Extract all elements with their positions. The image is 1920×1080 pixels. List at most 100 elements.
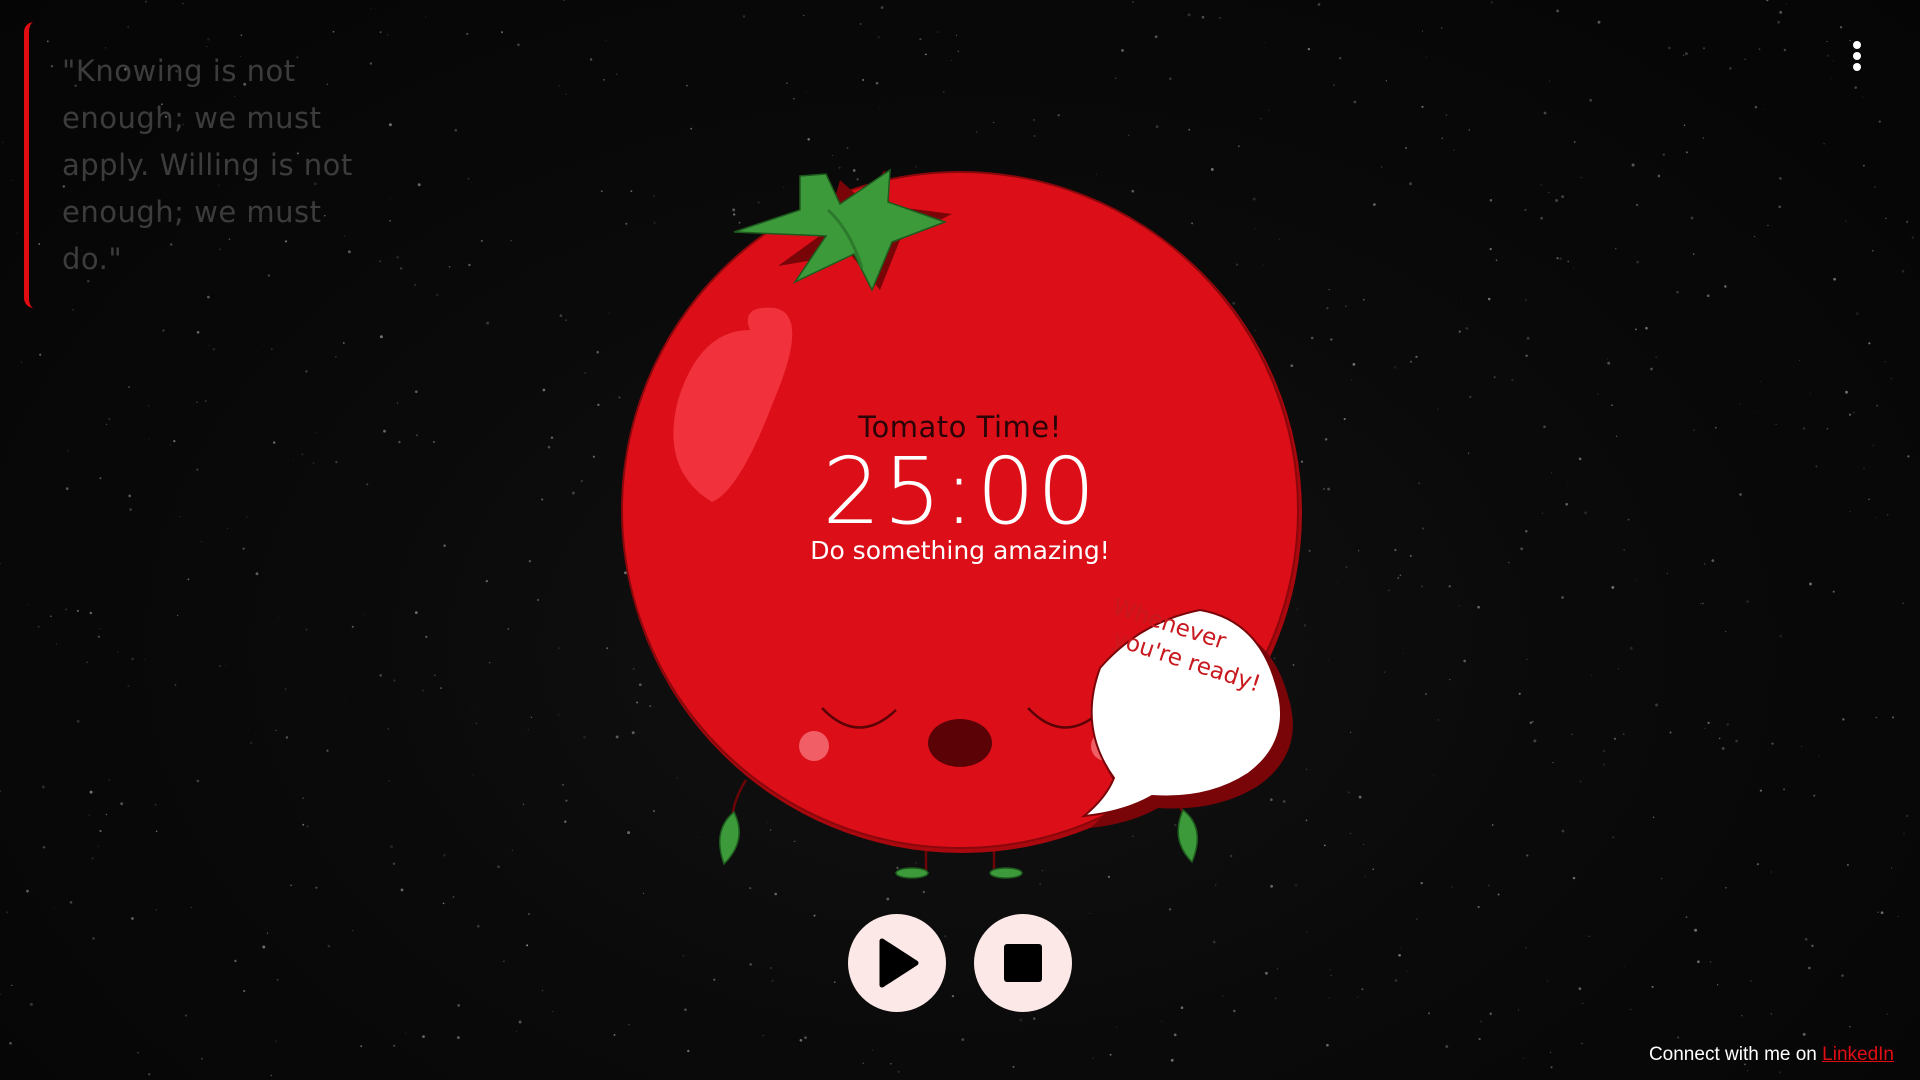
star (131, 657, 134, 661)
star (802, 14, 805, 17)
star (1092, 1057, 1094, 1059)
star (1804, 937, 1808, 941)
star (1655, 356, 1657, 358)
star (1526, 336, 1530, 340)
star (1373, 203, 1376, 206)
star (326, 749, 329, 752)
star (127, 685, 130, 688)
star (1694, 928, 1698, 932)
star (1826, 41, 1828, 43)
star (1460, 297, 1462, 298)
star (1529, 721, 1532, 724)
star (1683, 124, 1686, 126)
star (1716, 984, 1719, 986)
star (1497, 893, 1500, 896)
star (1876, 404, 1879, 407)
star (117, 651, 119, 653)
star (1868, 342, 1871, 345)
star (388, 780, 391, 782)
stop-button[interactable] (974, 914, 1072, 1012)
star (1155, 125, 1159, 128)
star (1684, 52, 1688, 56)
star (1552, 761, 1554, 764)
star (435, 293, 439, 297)
star (174, 684, 177, 686)
left-leaf-hand (719, 810, 740, 866)
star (1906, 220, 1909, 224)
star (584, 371, 587, 375)
star (1409, 182, 1413, 186)
star (1891, 716, 1895, 719)
star (833, 981, 836, 984)
star (196, 401, 198, 403)
star (390, 845, 393, 848)
star (1524, 208, 1527, 211)
star (49, 615, 52, 618)
star (1607, 361, 1611, 365)
star (1548, 191, 1550, 193)
play-button[interactable] (848, 914, 946, 1012)
star (1762, 109, 1764, 111)
star (605, 40, 607, 41)
star (342, 341, 345, 344)
star (1330, 974, 1332, 977)
star (1306, 931, 1308, 933)
star (1635, 580, 1637, 582)
star (1265, 971, 1268, 975)
star (190, 906, 192, 909)
star (1109, 1053, 1112, 1056)
star (270, 1074, 272, 1077)
star (1525, 947, 1527, 949)
star (1478, 1037, 1481, 1041)
star (1394, 979, 1398, 982)
kebab-menu-button[interactable] (1842, 38, 1872, 78)
star (1855, 312, 1859, 316)
star (351, 625, 354, 628)
star (1409, 360, 1413, 363)
star (27, 604, 29, 606)
star (1878, 120, 1881, 123)
star (1188, 128, 1191, 131)
star (1884, 361, 1886, 363)
star (1187, 13, 1191, 17)
star (1448, 585, 1451, 588)
star (1580, 177, 1582, 179)
star (315, 886, 318, 889)
timer-subtitle: Do something amazing! (810, 536, 1110, 565)
star (1702, 47, 1706, 50)
star (1747, 1070, 1748, 1072)
star (862, 1062, 865, 1065)
quote-card: "Knowing is not enough; we must apply. W… (24, 22, 364, 308)
star (1651, 985, 1654, 988)
star (1877, 911, 1879, 913)
star (517, 43, 520, 47)
star (1832, 590, 1835, 593)
star (1783, 48, 1787, 52)
star (1707, 721, 1710, 725)
star (507, 628, 510, 630)
star (1652, 816, 1655, 819)
star (541, 989, 544, 992)
star (1399, 574, 1402, 577)
star (1477, 905, 1480, 909)
star (1849, 1025, 1851, 1028)
star (405, 1032, 407, 1034)
star (1706, 294, 1710, 298)
star (39, 353, 42, 356)
star (1778, 1071, 1781, 1074)
star (1531, 720, 1534, 723)
star (1180, 1006, 1184, 1010)
star (690, 126, 692, 128)
star (1606, 358, 1608, 360)
star (552, 1010, 554, 1013)
star (1421, 105, 1424, 109)
linkedin-link[interactable]: LinkedIn (1822, 1044, 1894, 1065)
star (486, 321, 490, 325)
star (399, 267, 403, 270)
star (1700, 603, 1702, 605)
star (1668, 46, 1671, 50)
right-leaf-hand (1177, 808, 1199, 864)
star (154, 803, 157, 806)
star (1754, 236, 1756, 238)
star (1489, 1012, 1492, 1015)
